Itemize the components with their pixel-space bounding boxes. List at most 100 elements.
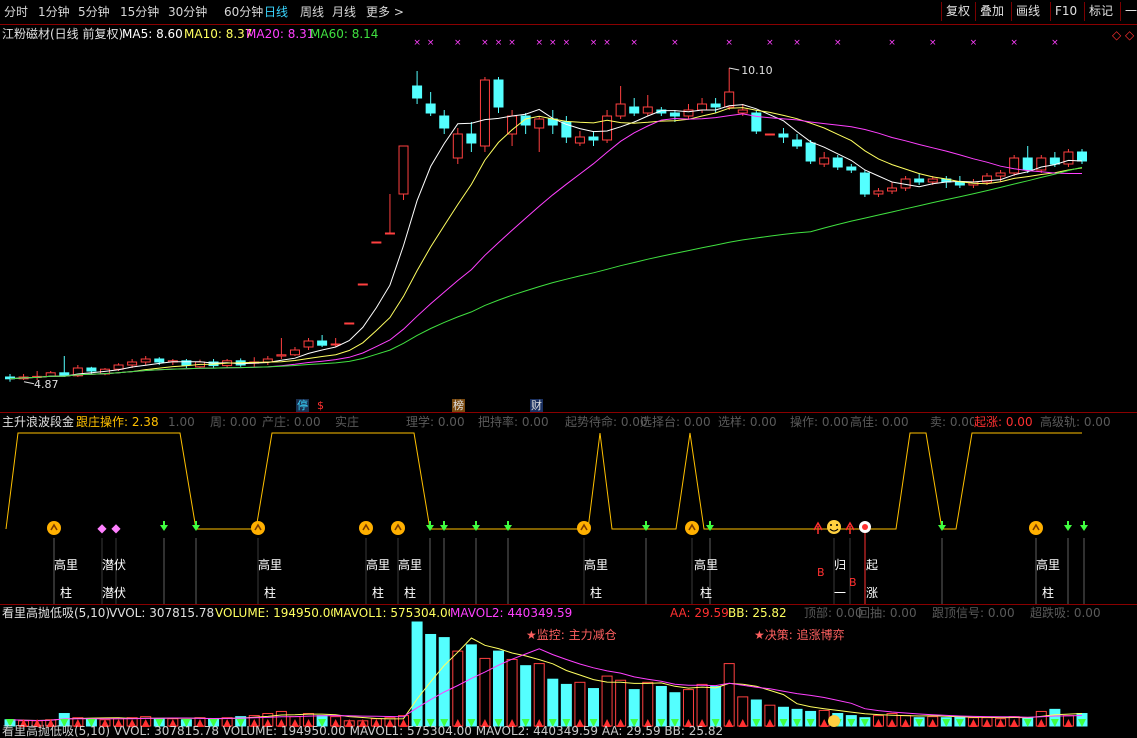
candle[interactable] <box>1009 155 1020 176</box>
candle[interactable] <box>859 170 870 197</box>
candle[interactable] <box>1063 149 1074 167</box>
diamond-icon[interactable]: ◇ ◇ <box>1112 28 1134 42</box>
x-markers: × × × × × × × × × × × × × × × × × × × × × × <box>413 38 1058 48</box>
candle[interactable] <box>561 116 572 143</box>
candle[interactable] <box>1077 149 1087 164</box>
candle[interactable] <box>371 241 382 244</box>
mavol1-line <box>9 637 1083 722</box>
volume-bar[interactable] <box>493 650 505 727</box>
candle[interactable] <box>181 359 192 368</box>
wave-signal-label: 高里柱 <box>1034 558 1062 600</box>
wave-signal-label: 起涨 <box>858 558 886 600</box>
volume-legend-item: VVOL: 307815.78 <box>109 606 215 620</box>
candle[interactable] <box>520 113 531 134</box>
volume-ghost-legend: 超跌吸: 0.00 <box>1030 606 1101 620</box>
candle[interactable] <box>873 188 884 197</box>
candle[interactable] <box>5 374 15 382</box>
event-marker[interactable]: $ <box>316 399 325 412</box>
ma5-line <box>9 104 1083 380</box>
candle[interactable] <box>439 110 450 134</box>
candle[interactable] <box>819 152 830 167</box>
kline-chart[interactable]: × × × × × × × × × × × × × × × × × × × × × ×◆ ◆ <box>0 0 1137 733</box>
volume-bar[interactable] <box>547 678 559 727</box>
volume-bar[interactable] <box>479 657 491 727</box>
wave-ghost-legend: 周: 0.00 <box>210 415 257 429</box>
volume-bar[interactable] <box>601 675 613 727</box>
volume-bar[interactable] <box>533 663 545 727</box>
volume-bar[interactable] <box>465 644 477 727</box>
volume-legend-item: AA: 29.59 <box>670 606 729 620</box>
gold-up-arrow-icon <box>47 521 61 535</box>
green-arrowhead <box>1064 525 1072 531</box>
volume-bar[interactable] <box>506 658 518 727</box>
volume-bar[interactable] <box>723 663 735 727</box>
volume-bar[interactable] <box>520 665 532 727</box>
x-marker: × <box>929 38 937 48</box>
candle[interactable] <box>615 86 626 119</box>
candle[interactable] <box>425 92 436 116</box>
volume-bar[interactable] <box>438 637 450 727</box>
x-marker: × <box>834 38 842 48</box>
candle[interactable] <box>452 128 463 164</box>
candle[interactable] <box>398 145 409 200</box>
gold-up-arrow-icon <box>391 521 405 535</box>
candle[interactable] <box>574 131 585 146</box>
candle[interactable] <box>59 356 70 377</box>
candle[interactable] <box>18 374 29 380</box>
candle[interactable] <box>317 335 328 347</box>
candle[interactable] <box>846 164 857 173</box>
candle[interactable] <box>792 134 803 149</box>
candle[interactable] <box>412 71 423 104</box>
x-marker: × <box>888 38 896 48</box>
candle[interactable] <box>887 182 898 194</box>
gold-up-arrow-icon <box>577 521 591 535</box>
candle[interactable] <box>642 95 653 116</box>
candle[interactable] <box>710 98 721 113</box>
green-arrowhead <box>426 525 434 531</box>
candle[interactable] <box>588 131 599 146</box>
candle[interactable] <box>289 347 300 356</box>
candle[interactable] <box>602 110 613 143</box>
candle[interactable] <box>344 322 355 325</box>
b-mark-label: B <box>849 576 857 589</box>
candle[interactable] <box>751 110 762 134</box>
main-panel-top-border <box>0 24 1137 25</box>
candle[interactable] <box>629 98 640 116</box>
candle[interactable] <box>493 77 504 113</box>
candle[interactable] <box>479 77 490 152</box>
candle[interactable] <box>1036 155 1047 173</box>
signal-label-line1: 高里 <box>53 558 78 572</box>
candle[interactable] <box>547 110 558 134</box>
candle[interactable] <box>384 194 395 235</box>
wave-signal-label: 高里柱 <box>396 558 424 600</box>
event-marker[interactable]: 榜 <box>452 399 465 412</box>
candle[interactable] <box>534 116 545 152</box>
volume-bar[interactable] <box>425 633 437 727</box>
volume-bar[interactable] <box>452 650 464 727</box>
candle[interactable] <box>805 140 816 164</box>
candle[interactable] <box>1022 146 1033 173</box>
wave-signal-label: 高里柱 <box>582 558 610 600</box>
candle[interactable] <box>778 128 789 143</box>
candle[interactable] <box>832 155 843 170</box>
event-marker[interactable]: 财 <box>530 399 543 412</box>
candle[interactable] <box>140 356 151 365</box>
signal-label-line1: 高里 <box>583 558 608 572</box>
green-arrowhead <box>706 525 714 531</box>
event-marker[interactable]: 停 <box>296 399 309 412</box>
candle[interactable] <box>357 283 368 286</box>
volume-bottom-clipped-legend: 看里高抛低吸(5,10) VVOL: 307815.78 VOLUME: 194… <box>2 724 724 738</box>
candle[interactable] <box>466 122 477 152</box>
candle[interactable] <box>724 68 735 110</box>
x-marker: × <box>549 38 557 48</box>
candle[interactable] <box>764 133 775 136</box>
signal-label-line2: 柱 <box>263 586 276 600</box>
candle[interactable] <box>303 338 314 350</box>
ma-name: MA20 <box>246 27 280 41</box>
candle[interactable] <box>194 359 205 368</box>
high-pointer <box>729 67 740 71</box>
candle[interactable] <box>276 338 287 359</box>
signal-label-line2: 涨 <box>865 586 878 600</box>
candle[interactable] <box>262 356 273 365</box>
green-arrowhead <box>938 525 946 531</box>
